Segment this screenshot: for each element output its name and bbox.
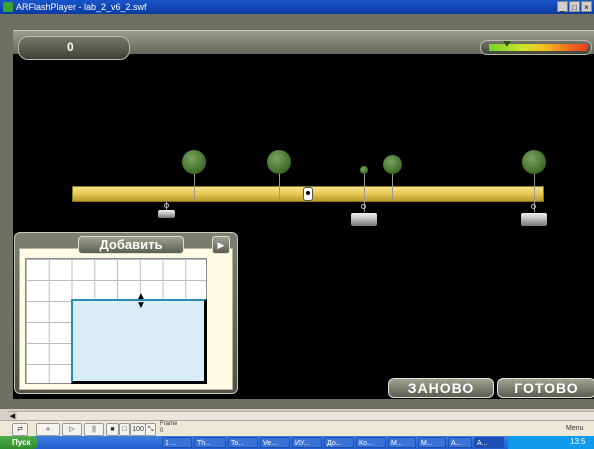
balloon-icon[interactable] <box>383 155 402 174</box>
title-bar: ARFlashPlayer - lab_2_v6_2.swf _ □ × <box>0 0 594 14</box>
taskbar-item[interactable]: ИУ... <box>292 437 322 448</box>
reset-button[interactable]: ЗАНОВО <box>388 378 494 398</box>
fit-button[interactable]: ⤡ <box>145 423 156 436</box>
stop-button[interactable]: ■ <box>106 423 119 436</box>
pause-button[interactable]: || <box>84 423 104 436</box>
meter-needle-icon <box>501 41 512 47</box>
balloon-string <box>279 170 280 200</box>
maximize-button[interactable]: □ <box>569 1 580 12</box>
loop-button[interactable]: ⇄ <box>12 423 28 436</box>
weight-icon[interactable] <box>521 213 547 226</box>
taskbar: Пуск 1 ... Th... To... Ve... ИУ... До...… <box>0 436 594 449</box>
hook-icon <box>164 203 169 208</box>
taskbar-item[interactable]: Ve... <box>260 437 290 448</box>
player-controls: ⇄ « ▷ || ■ □ 100 ⤡ Frame 0 Menu <box>0 420 594 437</box>
taskbar-item[interactable]: To... <box>228 437 258 448</box>
weight-icon[interactable] <box>158 210 175 218</box>
taskbar-item[interactable]: A... <box>448 437 472 448</box>
close-button[interactable]: × <box>581 1 592 12</box>
pivot-dot-icon <box>306 191 310 195</box>
score-value: 0 <box>67 40 74 54</box>
cursor-button[interactable]: ▶ <box>212 236 230 254</box>
window-title: ARFlashPlayer - lab_2_v6_2.swf <box>16 2 147 12</box>
hook-icon <box>361 204 366 209</box>
clock: 13:5 <box>570 437 586 446</box>
taskbar-item[interactable]: 1 ... <box>162 437 192 448</box>
taskbar-item[interactable]: M... <box>388 437 416 448</box>
score-display: 0 <box>18 36 130 60</box>
hook-icon <box>531 204 536 209</box>
taskbar-item[interactable]: До... <box>324 437 354 448</box>
balloon-string <box>194 170 195 200</box>
cursor-icon: ▶ <box>217 240 225 250</box>
balloon-icon[interactable] <box>267 150 291 174</box>
frame-label: Frame 0 <box>160 421 177 435</box>
done-button[interactable]: ГОТОВО <box>497 378 594 398</box>
balloon-icon[interactable] <box>522 150 546 174</box>
taskbar-item[interactable]: Ко... <box>356 437 386 448</box>
play-button[interactable]: ▷ <box>62 423 82 436</box>
balance-meter <box>480 40 592 55</box>
start-button[interactable]: Пуск <box>0 436 38 449</box>
app-icon <box>3 2 13 12</box>
resize-handle-icon[interactable]: ▲ ▼ <box>136 292 146 311</box>
rewind-button[interactable]: « <box>36 423 60 436</box>
checkbox-button[interactable]: □ <box>119 423 130 436</box>
add-button[interactable]: Добавить <box>78 236 184 254</box>
balloon-string <box>364 174 365 200</box>
frame-label-text: Frame <box>160 421 178 427</box>
frame-value: 0 <box>160 428 164 434</box>
balloon-string <box>392 170 393 200</box>
minimize-button[interactable]: _ <box>557 1 568 12</box>
balloon-small-icon[interactable] <box>360 166 368 174</box>
taskbar-item[interactable]: М... <box>418 437 446 448</box>
balloon-icon[interactable] <box>182 150 206 174</box>
zoom-100-button[interactable]: 100 <box>130 423 146 436</box>
taskbar-item[interactable]: Th... <box>194 437 226 448</box>
rectangle-shape[interactable] <box>71 299 207 384</box>
weight-icon[interactable] <box>351 213 377 226</box>
menu-button[interactable]: Menu <box>566 425 584 432</box>
taskbar-item-active[interactable]: A... <box>474 437 504 448</box>
window-buttons: _ □ × <box>557 1 592 12</box>
